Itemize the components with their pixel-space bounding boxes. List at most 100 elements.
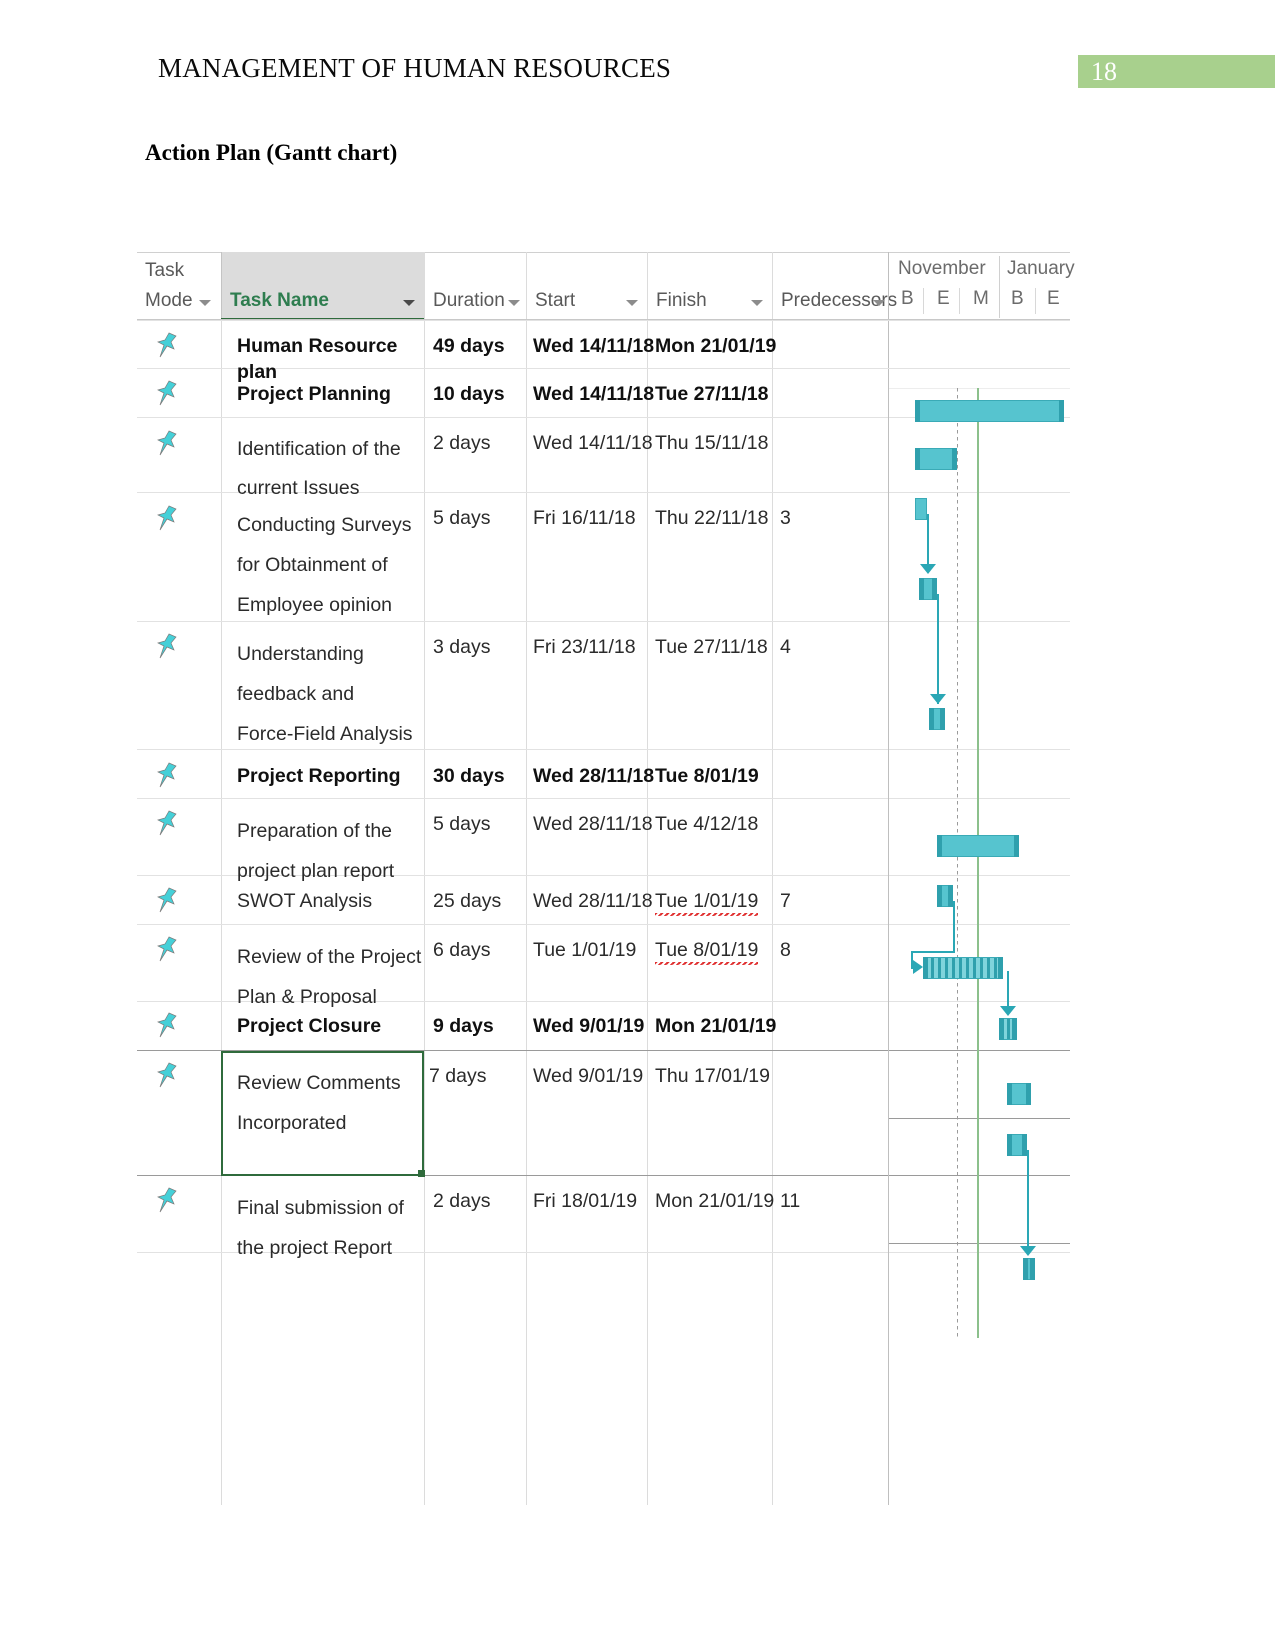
chart-row-rule-0 bbox=[889, 388, 1070, 389]
selected-cell-handle[interactable] bbox=[418, 1170, 425, 1177]
pushpin-icon[interactable] bbox=[155, 380, 179, 406]
cell-duration: 25 days bbox=[433, 890, 502, 912]
column-rule-5 bbox=[772, 320, 773, 1505]
cell-finish: Mon 21/01/19 bbox=[655, 335, 777, 357]
cell-duration: 5 days bbox=[433, 507, 491, 529]
row-rule-0 bbox=[137, 320, 1070, 321]
dependency-arrow-8-9 bbox=[1000, 1006, 1016, 1016]
dependency-arrow-4-5 bbox=[930, 694, 946, 704]
timeline-header: November January B E M B E bbox=[888, 252, 1075, 320]
column-header-finish-label: Finish bbox=[656, 290, 707, 311]
gantt-bar-conducting-surveys[interactable] bbox=[919, 578, 937, 600]
gantt-bar-human-resource-plan[interactable] bbox=[915, 400, 1064, 422]
cell-finish: Thu 22/11/18 bbox=[655, 507, 769, 529]
column-header-task-mode-line2: Mode bbox=[145, 290, 193, 311]
timeline-tick-e1: E bbox=[937, 288, 950, 309]
pushpin-icon[interactable] bbox=[155, 936, 179, 962]
cell-finish: Mon 21/01/19 bbox=[655, 1190, 775, 1212]
cell-task-name: Final submission of the project Report bbox=[237, 1197, 404, 1259]
cell-predecessors: 8 bbox=[780, 939, 791, 961]
pushpin-icon[interactable] bbox=[155, 762, 179, 788]
cell-finish: Tue 8/01/19 bbox=[655, 937, 759, 967]
dependency-arrow-3-4 bbox=[920, 564, 936, 574]
column-header-start[interactable]: Start bbox=[526, 252, 647, 320]
column-header-task-name-label: Task Name bbox=[230, 290, 329, 311]
cell-task-name: Human Resource plan bbox=[237, 335, 398, 383]
timeline-month-november: November bbox=[898, 258, 986, 279]
status-date-dashed-line bbox=[957, 388, 958, 1338]
timeline-month-divider bbox=[999, 256, 1000, 318]
gantt-bar-project-closure[interactable] bbox=[1007, 1083, 1031, 1105]
cell-duration: 10 days bbox=[433, 383, 505, 405]
page-title: Action Plan (Gantt chart) bbox=[145, 140, 398, 165]
pushpin-icon[interactable] bbox=[155, 887, 179, 913]
chevron-down-icon-task-name[interactable] bbox=[403, 300, 415, 306]
gantt-bar-review-project-plan[interactable] bbox=[999, 1018, 1017, 1040]
chevron-down-icon-predecessors[interactable] bbox=[873, 300, 885, 306]
cell-finish: Tue 27/11/18 bbox=[655, 383, 769, 405]
column-header-finish[interactable]: Finish bbox=[647, 252, 772, 320]
chart-row-rule-10 bbox=[889, 1118, 1070, 1119]
gantt-bar-understanding-feedback[interactable] bbox=[929, 708, 945, 730]
cell-task-name: Understanding feedback and Force-Field A… bbox=[237, 643, 413, 745]
pushpin-icon[interactable] bbox=[155, 332, 179, 358]
column-rule-1 bbox=[221, 320, 222, 1505]
column-header-duration[interactable]: Duration bbox=[424, 252, 526, 320]
gantt-bar-review-comments[interactable] bbox=[1007, 1134, 1027, 1156]
column-header-task-name[interactable]: Task Name bbox=[221, 252, 424, 320]
dependency-arrow-11-12 bbox=[1020, 1246, 1036, 1256]
dependency-link-7-8-horiz bbox=[911, 951, 955, 953]
gantt-bar-swot-analysis[interactable] bbox=[923, 957, 1003, 979]
cell-duration: 30 days bbox=[433, 765, 505, 787]
cell-duration: 5 days bbox=[433, 813, 491, 835]
chevron-down-icon-start[interactable] bbox=[626, 300, 638, 306]
dependency-link-4-5 bbox=[937, 594, 939, 704]
chevron-down-icon-task-mode[interactable] bbox=[199, 300, 211, 306]
cell-task-name: Preparation of the project plan report bbox=[237, 820, 395, 882]
cell-finish: Thu 17/01/19 bbox=[655, 1065, 770, 1087]
cell-finish: Tue 1/01/19 bbox=[655, 888, 759, 918]
pushpin-icon[interactable] bbox=[155, 1062, 179, 1088]
pushpin-icon[interactable] bbox=[155, 1187, 179, 1213]
cell-task-name: Project Closure bbox=[237, 1015, 382, 1037]
cell-start: Wed 28/11/18 bbox=[533, 890, 653, 912]
column-header-duration-label: Duration bbox=[433, 290, 505, 311]
pushpin-icon[interactable] bbox=[155, 633, 179, 659]
page-number: 18 bbox=[1091, 57, 1117, 86]
dependency-link-7-8-vert bbox=[953, 901, 955, 953]
column-header-task-mode[interactable]: Task Mode bbox=[137, 252, 221, 320]
cell-predecessors: 4 bbox=[780, 636, 791, 658]
chevron-down-icon-finish[interactable] bbox=[751, 300, 763, 306]
pushpin-icon[interactable] bbox=[155, 1012, 179, 1038]
pushpin-icon[interactable] bbox=[155, 810, 179, 836]
cell-duration: 3 days bbox=[433, 636, 491, 658]
cell-start: Fri 18/01/19 bbox=[533, 1190, 638, 1212]
gantt-bar-project-reporting[interactable] bbox=[937, 835, 1019, 857]
chevron-down-icon-duration[interactable] bbox=[508, 300, 520, 306]
cell-finish: Tue 27/11/18 bbox=[655, 636, 768, 658]
cell-task-name: Review of the Project Plan & Proposal bbox=[237, 946, 422, 1008]
cell-start: Wed 9/01/19 bbox=[533, 1065, 644, 1087]
cell-start: Wed 14/11/18 bbox=[533, 335, 655, 357]
cell-finish: Thu 15/11/18 bbox=[655, 432, 769, 454]
gantt-bar-preparation-report[interactable] bbox=[937, 885, 953, 907]
cell-start: Wed 9/01/19 bbox=[533, 1015, 645, 1037]
gantt-bar-final-submission[interactable] bbox=[1023, 1258, 1035, 1280]
gantt-bar-project-planning[interactable] bbox=[915, 448, 957, 470]
gantt-table-header: Task Mode Task Name Duration Start Finis… bbox=[137, 252, 1075, 321]
cell-start: Tue 1/01/19 bbox=[533, 939, 637, 961]
cell-finish: Tue 4/12/18 bbox=[655, 813, 759, 835]
column-rule-2 bbox=[424, 320, 425, 1505]
current-date-line bbox=[977, 388, 979, 1338]
pushpin-icon[interactable] bbox=[155, 430, 179, 456]
timeline-tick-divider-2 bbox=[959, 288, 960, 314]
gantt-chart-figure: Task Mode Task Name Duration Start Finis… bbox=[137, 252, 1075, 1505]
cell-predecessors: 3 bbox=[780, 507, 791, 529]
pushpin-icon[interactable] bbox=[155, 505, 179, 531]
gantt-bar-identification[interactable] bbox=[915, 498, 927, 520]
column-header-task-mode-line1: Task bbox=[145, 260, 185, 281]
timeline-tick-m: M bbox=[973, 288, 989, 309]
column-header-predecessors[interactable]: Predecessors bbox=[772, 252, 897, 320]
document-running-header: MANAGEMENT OF HUMAN RESOURCES 18 bbox=[0, 0, 1275, 110]
cell-task-name: Conducting Surveys for Obtainment of Emp… bbox=[237, 514, 412, 616]
